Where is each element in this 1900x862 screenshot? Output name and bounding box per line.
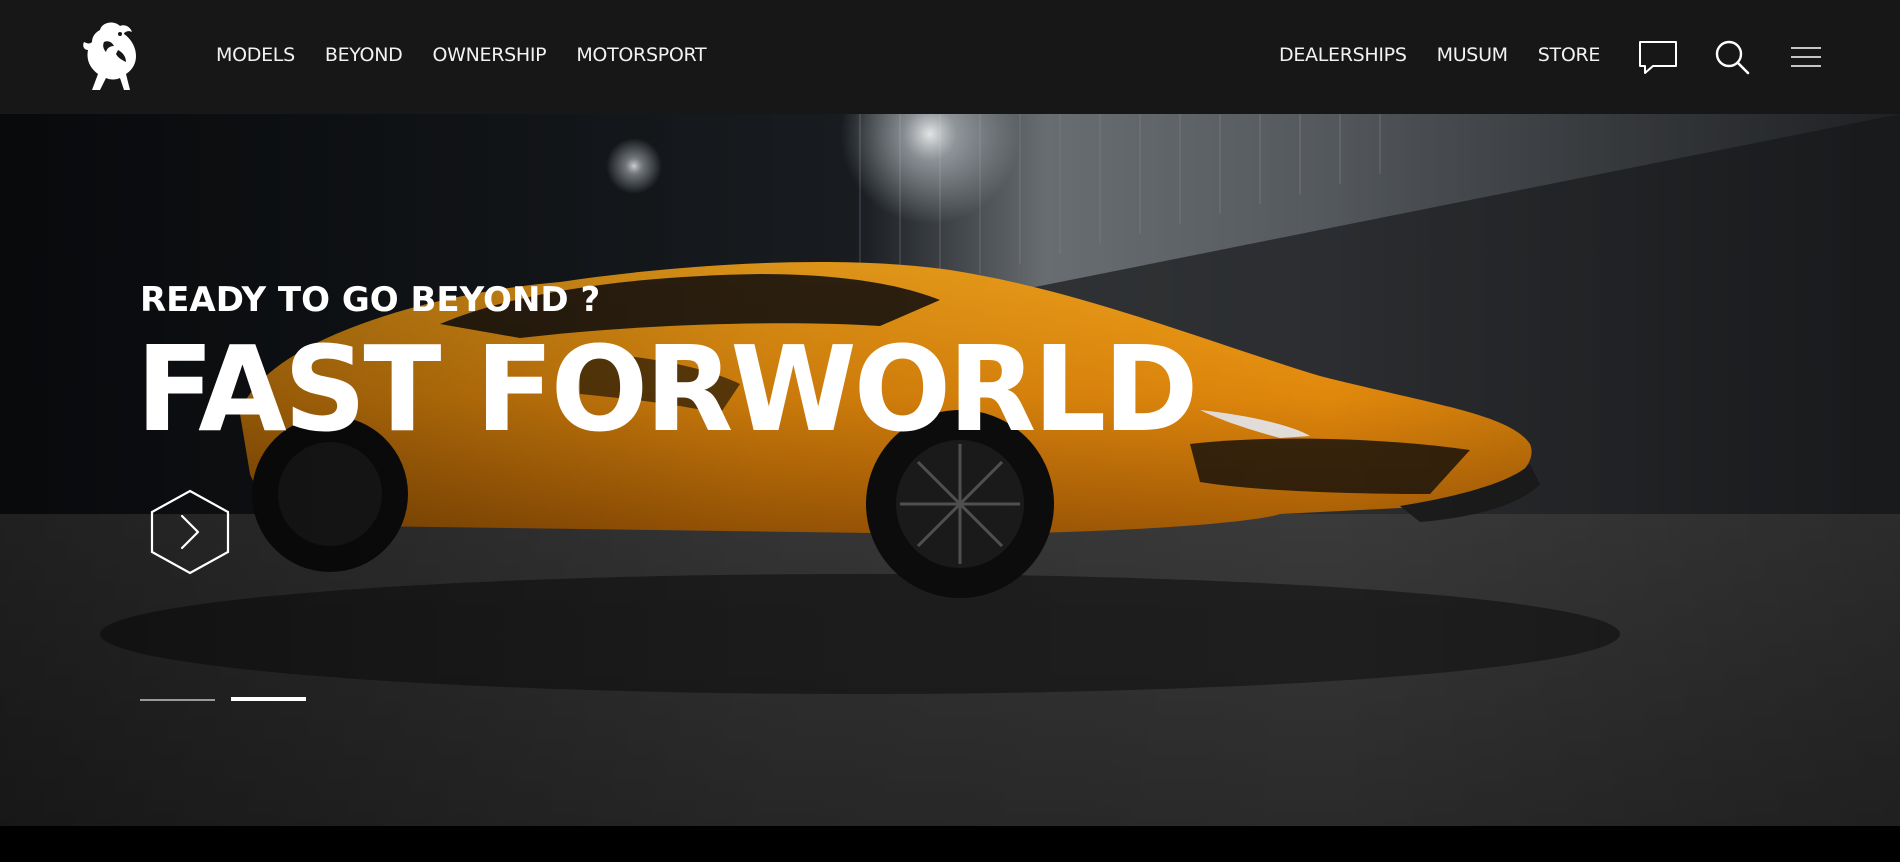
nav-dealerships[interactable]: DEALERSHIPS — [1279, 44, 1407, 66]
nav-models[interactable]: MODELS — [216, 44, 295, 66]
slide-indicator-1[interactable] — [140, 699, 215, 701]
primary-nav: MODELS BEYOND OWNERSHIP MOTORSPORT — [216, 44, 707, 66]
nav-ownership[interactable]: OWNERSHIP — [432, 44, 546, 66]
bottom-band — [0, 826, 1900, 862]
slide-indicator-2[interactable] — [231, 697, 306, 701]
nav-museum[interactable]: MUSUM — [1437, 44, 1508, 66]
nav-store[interactable]: STORE — [1538, 44, 1601, 66]
hero-headline: FAST FORWORLD — [136, 320, 1198, 458]
nav-motorsport[interactable]: MOTORSPORT — [576, 44, 706, 66]
menu-icon[interactable] — [1785, 36, 1827, 78]
nav-beyond[interactable]: BEYOND — [325, 44, 403, 66]
secondary-nav: DEALERSHIPS MUSUM STORE — [1279, 44, 1600, 66]
top-navigation-bar: MODELS BEYOND OWNERSHIP MOTORSPORT DEALE… — [0, 0, 1900, 114]
slide-indicators — [140, 697, 306, 701]
bull-logo-icon[interactable] — [80, 20, 144, 92]
search-icon[interactable] — [1711, 36, 1753, 78]
hexagon-chevron-right-icon[interactable] — [148, 488, 232, 576]
chat-icon[interactable] — [1637, 36, 1679, 78]
hero-eyebrow: READY TO GO BEYOND ? — [140, 280, 601, 320]
hero-banner: READY TO GO BEYOND ? FAST FORWORLD — [0, 114, 1900, 826]
